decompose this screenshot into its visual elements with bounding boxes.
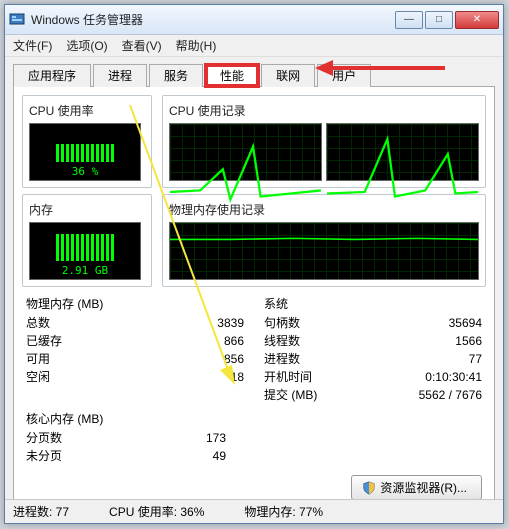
- sys-threads-label: 线程数: [264, 332, 300, 350]
- sys-handles-label: 句柄数: [264, 314, 300, 332]
- kernel-paged-value: 173: [206, 429, 226, 447]
- phys-total-label: 总数: [26, 314, 50, 332]
- resource-monitor-button[interactable]: 资源监视器(R)...: [351, 475, 482, 500]
- minimize-button[interactable]: —: [395, 11, 423, 29]
- phys-free-value: 18: [231, 368, 244, 386]
- cpu-history-label: CPU 使用记录: [169, 102, 479, 119]
- phys-avail-value: 856: [224, 350, 244, 368]
- phys-avail-label: 可用: [26, 350, 50, 368]
- sys-uptime-label: 开机时间: [264, 368, 312, 386]
- tab-processes[interactable]: 进程: [93, 64, 147, 87]
- phys-mem-header: 物理内存 (MB): [26, 295, 244, 312]
- phys-cached-value: 866: [224, 332, 244, 350]
- memory-label: 内存: [29, 201, 145, 218]
- phys-history-chart: [169, 222, 479, 280]
- shield-icon: [362, 481, 376, 495]
- close-button[interactable]: ✕: [455, 11, 499, 29]
- menu-file[interactable]: 文件(F): [13, 37, 52, 54]
- sys-procs-label: 进程数: [264, 350, 300, 368]
- sys-handles-value: 35694: [449, 314, 482, 332]
- cpu-history-chart-1: [169, 123, 322, 181]
- sys-threads-value: 1566: [455, 332, 482, 350]
- menu-options[interactable]: 选项(O): [66, 37, 107, 54]
- menu-help[interactable]: 帮助(H): [176, 37, 217, 54]
- status-bar: 进程数: 77 CPU 使用率: 36% 物理内存: 77%: [5, 499, 503, 523]
- sys-commit-label: 提交 (MB): [264, 386, 317, 404]
- tab-services[interactable]: 服务: [149, 64, 203, 87]
- system-header: 系统: [264, 295, 482, 312]
- memory-group: 内存 2.91 GB: [22, 194, 152, 287]
- cpu-usage-label: CPU 使用率: [29, 102, 145, 119]
- cpu-history-group: CPU 使用记录: [162, 95, 486, 188]
- menu-view[interactable]: 查看(V): [122, 37, 162, 54]
- sys-procs-value: 77: [469, 350, 482, 368]
- system-stats: 系统 句柄数 35694 线程数 1566 进程数 77 开机时间 0:10:30:41…: [264, 295, 482, 404]
- cpu-usage-group: CPU 使用率 36 %: [22, 95, 152, 188]
- tab-users[interactable]: 用户: [317, 64, 371, 87]
- phys-total-value: 3839: [217, 314, 244, 332]
- memory-gauge: 2.91 GB: [29, 222, 141, 280]
- kernel-paged-label: 分页数: [26, 429, 62, 447]
- kernel-header: 核心内存 (MB): [26, 410, 482, 427]
- memory-value: 2.91 GB: [30, 264, 140, 277]
- sys-commit-value: 5562 / 7676: [419, 386, 482, 404]
- cpu-usage-gauge: 36 %: [29, 123, 141, 181]
- phys-cached-label: 已缓存: [26, 332, 62, 350]
- status-phys: 物理内存: 77%: [244, 503, 323, 520]
- maximize-button[interactable]: □: [425, 11, 453, 29]
- menubar: 文件(F) 选项(O) 查看(V) 帮助(H): [5, 35, 503, 57]
- resource-monitor-label: 资源监视器(R)...: [380, 479, 467, 496]
- kernel-mem-stats: 核心内存 (MB) 分页数 173 未分页 49 资源监视器(R)...: [22, 410, 486, 500]
- performance-panel: CPU 使用率 36 % CPU 使用记录: [13, 87, 495, 517]
- tab-performance[interactable]: 性能: [205, 64, 259, 87]
- cpu-usage-value: 36 %: [30, 165, 140, 178]
- tab-bar: 应用程序 进程 服务 性能 联网 用户: [13, 63, 495, 87]
- app-icon: [9, 12, 25, 28]
- kernel-nonpaged-label: 未分页: [26, 447, 62, 465]
- tab-networking[interactable]: 联网: [261, 64, 315, 87]
- cpu-history-chart-2: [326, 123, 479, 181]
- window-title: Windows 任务管理器: [31, 11, 393, 28]
- task-manager-window: Windows 任务管理器 — □ ✕ 文件(F) 选项(O) 查看(V) 帮助…: [4, 4, 504, 524]
- tab-applications[interactable]: 应用程序: [13, 64, 91, 87]
- titlebar[interactable]: Windows 任务管理器 — □ ✕: [5, 5, 503, 35]
- status-cpu: CPU 使用率: 36%: [109, 503, 204, 520]
- sys-uptime-value: 0:10:30:41: [425, 368, 482, 386]
- status-processes: 进程数: 77: [13, 503, 69, 520]
- phys-free-label: 空闲: [26, 368, 50, 386]
- kernel-nonpaged-value: 49: [213, 447, 226, 465]
- phys-mem-stats: 物理内存 (MB) 总数 3839 已缓存 866 可用 856 空闲 18: [26, 295, 244, 404]
